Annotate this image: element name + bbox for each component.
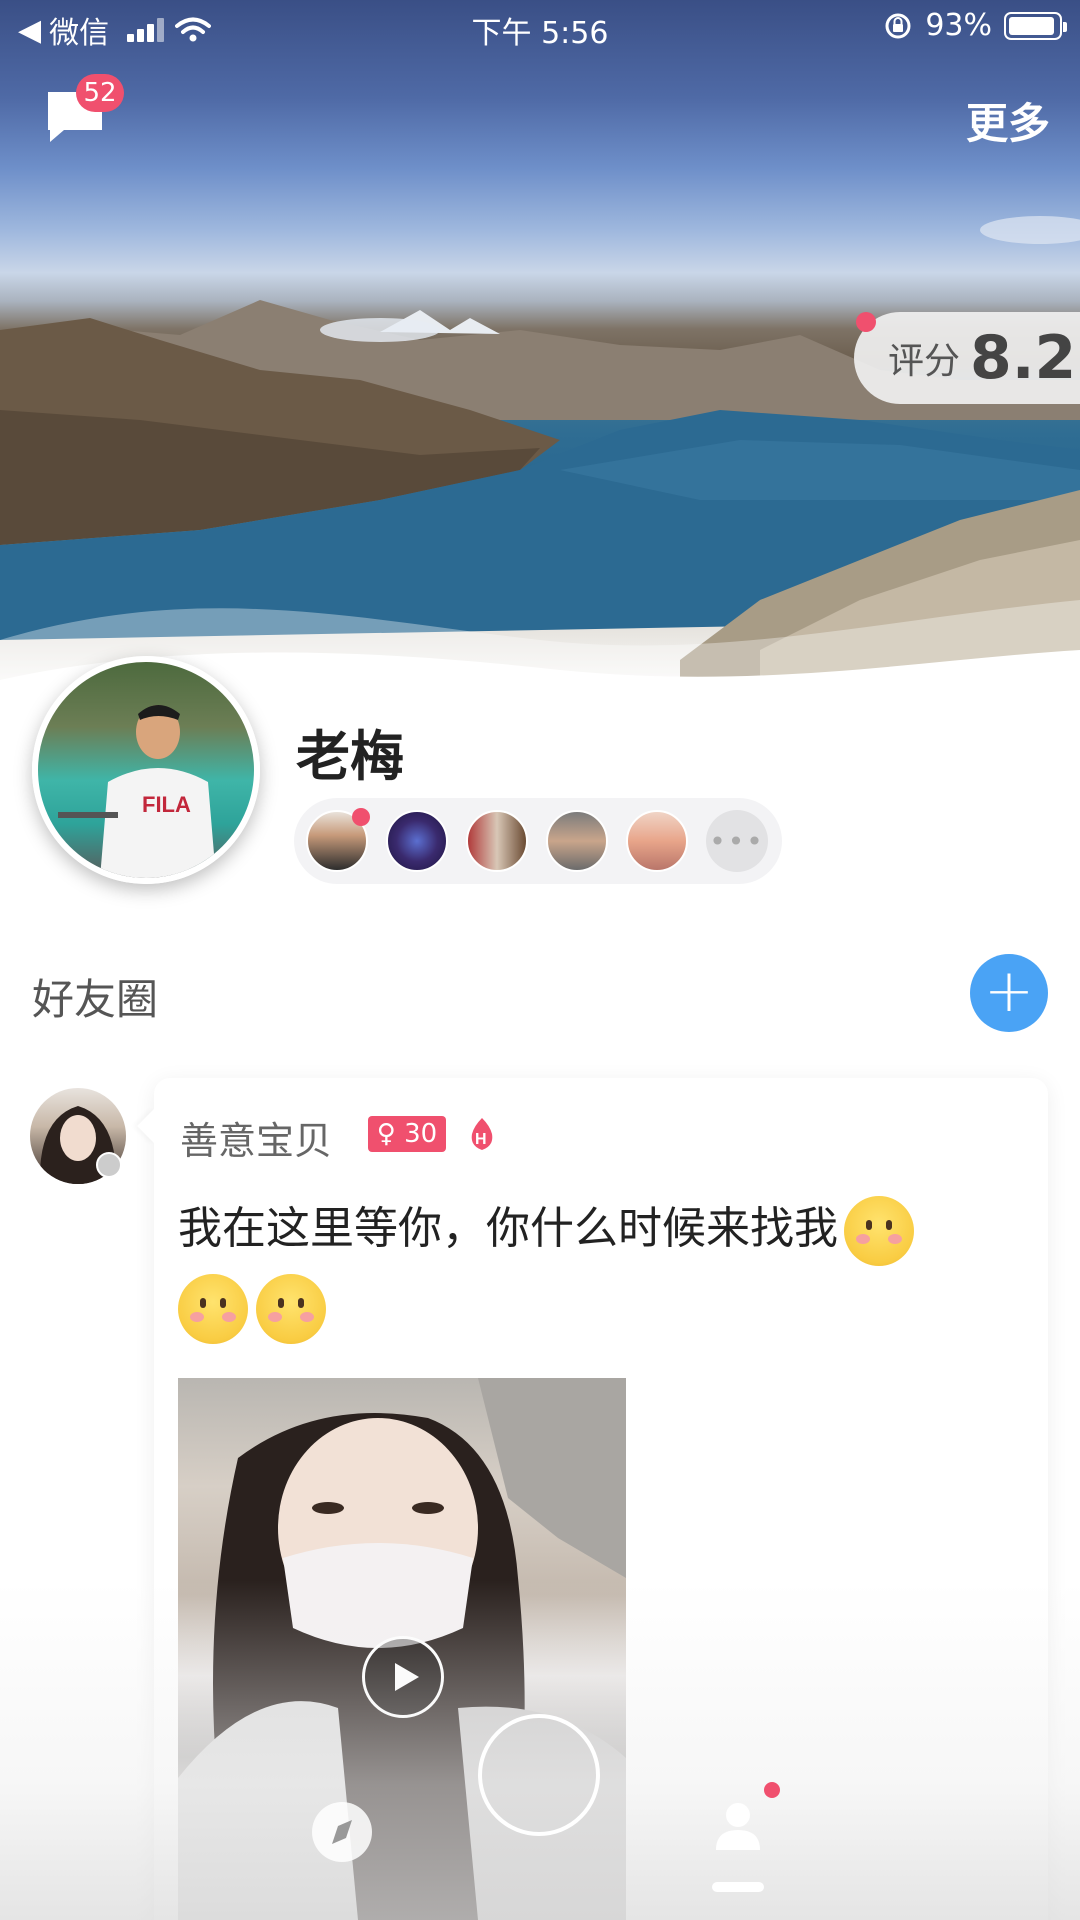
score-pill[interactable]: 评分 8.2 bbox=[854, 312, 1080, 404]
hot-flame-icon: H bbox=[471, 1118, 493, 1150]
tab-me-notification-dot bbox=[764, 1782, 780, 1798]
compass-icon bbox=[332, 1820, 352, 1844]
more-button[interactable]: 更多 bbox=[966, 90, 1050, 151]
play-icon bbox=[395, 1663, 419, 1691]
tab-me[interactable] bbox=[712, 1800, 764, 1852]
friend-avatar[interactable] bbox=[386, 810, 448, 872]
blushing-emoji-icon bbox=[178, 1274, 248, 1344]
friend-notification-dot bbox=[352, 808, 370, 826]
video-play-button[interactable] bbox=[362, 1636, 444, 1718]
post-text-content: 我在这里等你，你什么时候来找我 bbox=[178, 1203, 838, 1254]
svg-text:H: H bbox=[475, 1131, 487, 1148]
friend-avatar[interactable] bbox=[466, 810, 528, 872]
profile-avatar[interactable]: FILA bbox=[32, 656, 260, 884]
status-bar: ◀ 微信 下午 5:56 93% bbox=[0, 0, 1080, 54]
score-notification-dot bbox=[856, 312, 876, 332]
tab-active-indicator bbox=[712, 1882, 764, 1892]
gender-age-badge: ♀ 30 bbox=[368, 1116, 446, 1152]
blushing-emoji-icon bbox=[844, 1196, 914, 1266]
post-author-name[interactable]: 善意宝贝 bbox=[180, 1110, 332, 1165]
more-friends-button[interactable]: ••• bbox=[706, 810, 768, 872]
add-post-button[interactable]: + bbox=[970, 954, 1048, 1032]
score-value: 8.2 bbox=[970, 323, 1077, 393]
status-right: 93% bbox=[883, 8, 1067, 43]
svg-text:FILA: FILA bbox=[142, 792, 191, 817]
post-text: 我在这里等你，你什么时候来找我 bbox=[178, 1190, 998, 1346]
rotation-lock-icon bbox=[885, 13, 911, 38]
moments-title: 好友圈 bbox=[32, 975, 159, 1024]
messages-badge: 52 bbox=[76, 74, 124, 112]
blushing-emoji-icon bbox=[256, 1274, 326, 1344]
video-indicator-icon bbox=[96, 1152, 122, 1178]
battery-percent: 93% bbox=[925, 8, 992, 43]
score-label: 评分 bbox=[888, 341, 961, 382]
battery-icon bbox=[1004, 11, 1067, 40]
tab-discover[interactable] bbox=[312, 1802, 372, 1862]
friend-avatar[interactable] bbox=[546, 810, 608, 872]
user-icon bbox=[716, 1803, 760, 1850]
tab-capture-button[interactable] bbox=[478, 1714, 600, 1836]
profile-name: 老梅 bbox=[296, 725, 404, 788]
friend-avatar[interactable] bbox=[626, 810, 688, 872]
